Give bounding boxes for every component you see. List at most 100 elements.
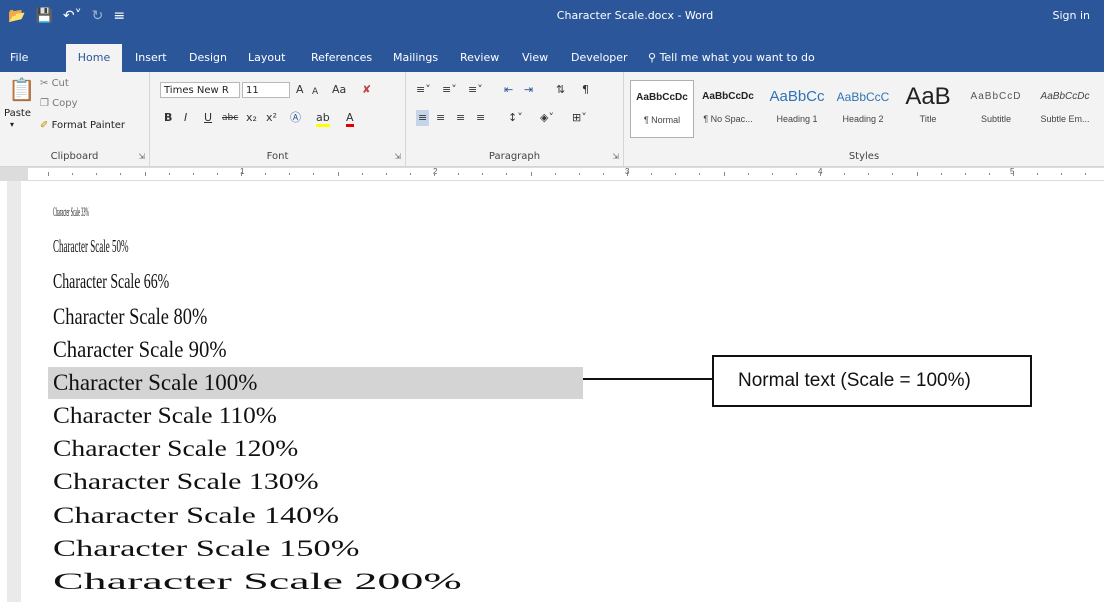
align-left-icon[interactable]: ≡ bbox=[416, 110, 430, 126]
sign-in-link[interactable]: Sign in bbox=[1052, 9, 1090, 22]
doc-line[interactable]: Character Scale 66% bbox=[53, 271, 169, 292]
copy-label: Copy bbox=[52, 98, 78, 109]
tell-me-text: Tell me what you want to do bbox=[659, 51, 815, 64]
tell-me-box[interactable]: ⚲ Tell me what you want to do bbox=[640, 44, 823, 72]
doc-line[interactable]: Character Scale 90% bbox=[53, 338, 227, 361]
ruler-tick bbox=[193, 173, 194, 175]
numbering-icon[interactable]: ≡˅ bbox=[442, 82, 457, 98]
clear-formatting-icon[interactable]: ✘ bbox=[362, 82, 371, 98]
strikethrough-button[interactable]: abc bbox=[222, 110, 238, 126]
paste-dropdown-icon[interactable]: ▾ bbox=[10, 120, 14, 129]
bold-button[interactable]: B bbox=[164, 110, 172, 126]
doc-line[interactable]: Character Scale 80% bbox=[53, 305, 207, 328]
ruler-tick bbox=[120, 173, 121, 175]
brush-icon: ✐ bbox=[40, 120, 49, 131]
ruler-tick bbox=[796, 173, 797, 175]
tab-review[interactable]: Review bbox=[452, 44, 507, 72]
font-name-combo[interactable]: Times New R bbox=[160, 82, 240, 98]
grow-font-button[interactable]: A bbox=[296, 82, 304, 98]
multilevel-list-icon[interactable]: ≡˅ bbox=[468, 82, 483, 98]
style-subtle-emphasis[interactable]: AaBbCcDc Subtle Em... bbox=[1032, 80, 1098, 138]
tab-home[interactable]: Home bbox=[66, 44, 122, 72]
font-size-combo[interactable]: 11 bbox=[242, 82, 290, 98]
show-paragraph-marks-icon[interactable]: ¶ bbox=[582, 82, 589, 98]
doc-line[interactable]: Character Scale 110% bbox=[53, 404, 277, 427]
align-center-icon[interactable]: ≡ bbox=[436, 110, 445, 126]
tab-layout[interactable]: Layout bbox=[240, 44, 293, 72]
doc-line[interactable]: Character Scale 200% bbox=[53, 570, 462, 593]
style-subtle-emphasis-sample: AaBbCcDc bbox=[1040, 91, 1090, 102]
ruler-tick bbox=[48, 172, 49, 176]
ruler-tick bbox=[96, 173, 97, 175]
style-normal-name: ¶ Normal bbox=[643, 115, 681, 125]
italic-button[interactable]: I bbox=[184, 110, 187, 126]
tab-developer[interactable]: Developer bbox=[563, 44, 636, 72]
ruler-tick bbox=[603, 173, 604, 175]
paragraph-launcher-icon[interactable]: ⇲ bbox=[612, 152, 619, 161]
subscript-button[interactable]: x₂ bbox=[246, 110, 257, 126]
format-painter-button[interactable]: ✐ Format Painter bbox=[40, 120, 125, 131]
doc-line[interactable]: Character Scale 33% bbox=[53, 205, 89, 218]
doc-line[interactable]: Character Scale 120% bbox=[53, 437, 298, 460]
change-case-button[interactable]: Aa bbox=[332, 82, 346, 98]
font-launcher-icon[interactable]: ⇲ bbox=[394, 152, 401, 161]
vertical-ruler[interactable] bbox=[7, 181, 21, 602]
doc-line[interactable]: Character Scale 50% bbox=[53, 237, 128, 255]
superscript-button[interactable]: x² bbox=[266, 110, 277, 126]
style-title[interactable]: AaB Title bbox=[898, 80, 958, 138]
ruler-tick bbox=[458, 173, 459, 175]
tab-design[interactable]: Design bbox=[181, 44, 235, 72]
line-spacing-icon[interactable]: ↕˅ bbox=[508, 110, 523, 126]
ruler-tick bbox=[965, 173, 966, 175]
style-no-spacing-sample: AaBbCcDc bbox=[702, 91, 754, 102]
tab-view[interactable]: View bbox=[514, 44, 556, 72]
paragraph-group: ≡˅ ≡˅ ≡˅ ⇤ ⇥ ⇅ ¶ ≡ ≡ ≡ ≡ ↕˅ ◈˅ ⊞˅ Paragr… bbox=[406, 72, 624, 166]
ruler-tick bbox=[313, 173, 314, 175]
justify-icon[interactable]: ≡ bbox=[476, 110, 485, 126]
ruler-tick bbox=[748, 173, 749, 175]
doc-line[interactable]: Character Scale 140% bbox=[53, 504, 339, 527]
doc-line[interactable]: Character Scale 150% bbox=[53, 537, 360, 560]
horizontal-ruler[interactable]: 1 2 3 4 5 bbox=[0, 167, 1104, 181]
ruler-tick bbox=[1061, 173, 1062, 175]
tab-file[interactable]: File bbox=[2, 44, 36, 72]
font-color-icon[interactable]: A bbox=[346, 110, 354, 127]
shading-icon[interactable]: ◈˅ bbox=[540, 110, 554, 126]
ruler-tick bbox=[579, 173, 580, 175]
shrink-font-button[interactable]: A bbox=[312, 84, 318, 100]
increase-indent-icon[interactable]: ⇥ bbox=[524, 82, 533, 98]
style-heading-2[interactable]: AaBbCcC Heading 2 bbox=[832, 80, 894, 138]
tab-mailings[interactable]: Mailings bbox=[385, 44, 446, 72]
decrease-indent-icon[interactable]: ⇤ bbox=[504, 82, 513, 98]
copy-button[interactable]: ❐ Copy bbox=[40, 98, 78, 109]
bullets-icon[interactable]: ≡˅ bbox=[416, 82, 431, 98]
paragraph-group-label: Paragraph bbox=[488, 151, 541, 162]
ruler-tick bbox=[265, 173, 266, 175]
paste-button[interactable]: Paste bbox=[4, 108, 31, 119]
borders-icon[interactable]: ⊞˅ bbox=[572, 110, 587, 126]
cut-button[interactable]: ✂ Cut bbox=[40, 78, 69, 89]
callout-box: Normal text (Scale = 100%) bbox=[712, 355, 1032, 407]
highlight-color-icon[interactable]: ab bbox=[316, 110, 330, 127]
window-title: Character Scale.docx - Word bbox=[556, 9, 714, 22]
align-right-icon[interactable]: ≡ bbox=[456, 110, 465, 126]
text-effects-icon[interactable]: Ⓐ bbox=[290, 110, 301, 126]
ruler-tick bbox=[506, 173, 507, 175]
ruler-tick bbox=[772, 173, 773, 175]
style-heading-1[interactable]: AaBbCc Heading 1 bbox=[764, 80, 830, 138]
tab-references[interactable]: References bbox=[303, 44, 380, 72]
doc-line[interactable]: Character Scale 130% bbox=[53, 470, 319, 493]
style-normal[interactable]: AaBbCcDc ¶ Normal bbox=[630, 80, 694, 138]
style-no-spacing[interactable]: AaBbCcDc ¶ No Spac... bbox=[696, 80, 760, 138]
clipboard-launcher-icon[interactable]: ⇲ bbox=[138, 152, 145, 161]
ruler-tick bbox=[675, 173, 676, 175]
ruler-tick bbox=[338, 172, 339, 176]
ruler-track: 1 2 3 4 5 bbox=[28, 167, 1104, 180]
tab-insert[interactable]: Insert bbox=[127, 44, 175, 72]
paste-icon[interactable]: 📋 bbox=[8, 78, 35, 103]
doc-line[interactable]: Character Scale 100% bbox=[53, 371, 257, 394]
underline-button[interactable]: U bbox=[204, 110, 212, 126]
style-subtitle[interactable]: AaBbCcD Subtitle bbox=[964, 80, 1028, 138]
sort-icon[interactable]: ⇅ bbox=[556, 82, 565, 98]
callout-connector-line bbox=[583, 378, 712, 380]
